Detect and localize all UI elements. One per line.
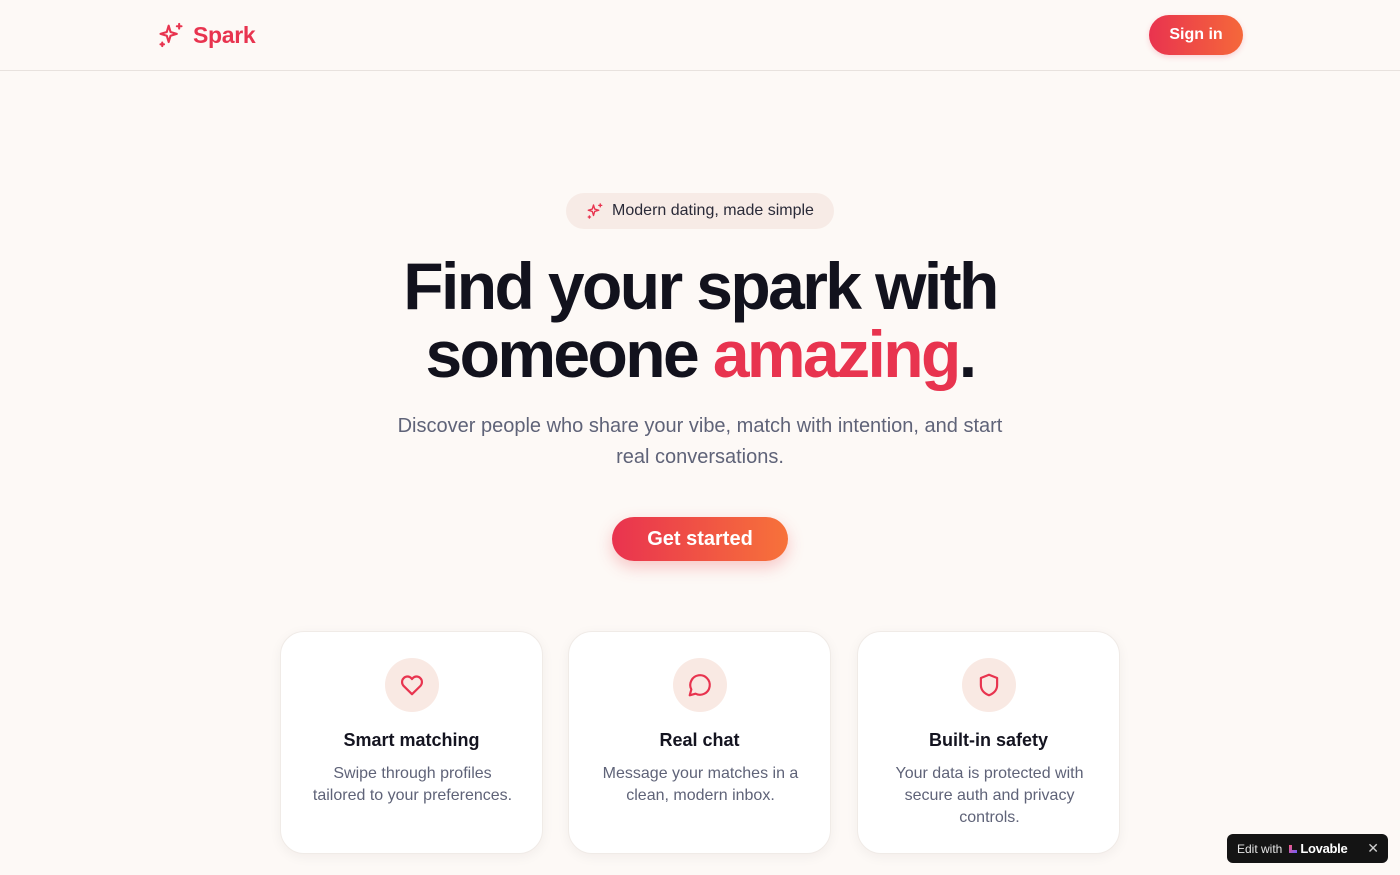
feature-title: Real chat — [659, 730, 740, 750]
feature-icon-wrap — [673, 658, 727, 712]
edit-with-text: Edit with — [1237, 841, 1283, 856]
feature-icon-wrap — [962, 658, 1016, 712]
get-started-button[interactable]: Get started — [612, 517, 788, 561]
feature-description: Your data is protected with secure auth … — [895, 765, 1084, 826]
close-icon[interactable]: ✕ — [1367, 840, 1379, 857]
chat-bubble-icon — [688, 674, 711, 697]
feature-title: Smart matching — [343, 730, 480, 750]
top-nav: Spark Sign in — [0, 0, 1400, 71]
feature-cards: Smart matching Swipe through profiles ta… — [280, 631, 1120, 854]
tagline-text: Modern dating, made simple — [612, 202, 814, 219]
hero-title-suffix: . — [958, 317, 977, 391]
lovable-logo-icon — [1289, 844, 1298, 853]
hero-title-line1: Find your spark with — [403, 249, 999, 323]
heart-icon — [400, 675, 424, 696]
logo[interactable]: Spark — [157, 20, 256, 50]
sign-in-button[interactable]: Sign in — [1149, 15, 1243, 55]
lovable-brand-text: Lovable — [1300, 841, 1348, 856]
hero-subtitle: Discover people who share your vibe, mat… — [397, 415, 1003, 468]
feature-description: Message your matches in a clean, modern … — [602, 765, 799, 804]
tagline-badge: Modern dating, made simple — [566, 193, 834, 229]
feature-card-smart-matching: Smart matching Swipe through profiles ta… — [280, 631, 543, 854]
feature-card-real-chat: Real chat Message your matches in a clea… — [568, 631, 831, 854]
shield-icon — [979, 673, 999, 697]
hero-title: Find your spark with someone amazing. — [300, 252, 1100, 388]
sparkles-icon — [587, 203, 603, 219]
sparkles-icon — [159, 22, 183, 48]
hero-title-accent: amazing — [712, 317, 961, 391]
feature-title: Built-in safety — [928, 730, 1048, 750]
edit-with-lovable-badge[interactable]: Edit with Lovable ✕ — [1227, 834, 1388, 863]
feature-card-built-in-safety: Built-in safety Your data is protected w… — [857, 631, 1120, 854]
feature-icon-wrap — [385, 658, 439, 712]
logo-text: Spark — [193, 21, 256, 48]
hero-title-line2-prefix: someone — [425, 317, 713, 391]
feature-description: Swipe through profiles tailored to your … — [312, 765, 513, 804]
